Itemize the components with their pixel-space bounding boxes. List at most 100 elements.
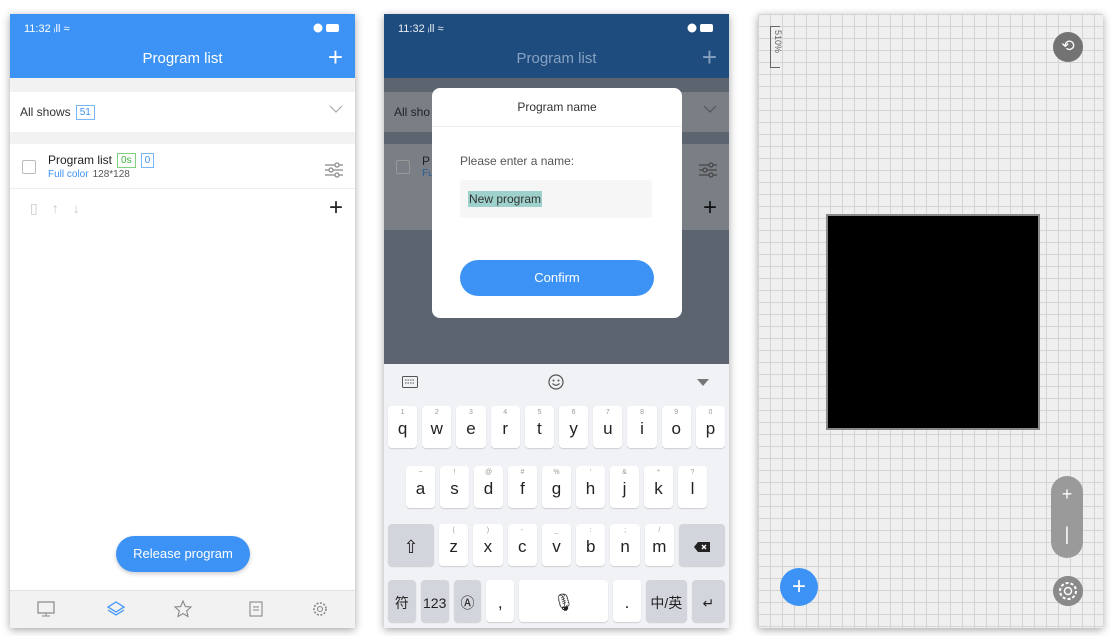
trash-icon[interactable]: ▯ [30, 200, 52, 216]
key-o[interactable]: 9o [661, 406, 691, 448]
key-hint: 6 [571, 409, 576, 416]
list-icon[interactable] [246, 599, 266, 619]
key-hint: 8 [640, 409, 644, 416]
program-checkbox[interactable] [22, 160, 36, 174]
editor-canvas-screen: 510% ⟲ + | + [758, 14, 1103, 628]
keyboard-row-3: ⇧(z) x - c _ v: b; n / m [384, 524, 729, 566]
key-n[interactable]: ; n [610, 524, 640, 566]
zoom-out-button[interactable]: | [1051, 524, 1083, 545]
zoom-in-button[interactable]: + [1051, 484, 1083, 505]
program-name-input[interactable]: New program [460, 180, 652, 218]
enter-key[interactable]: ↵ [691, 580, 726, 622]
input-value: New program [468, 191, 543, 207]
key-f[interactable]: # f [508, 466, 537, 508]
key-hint: 2 [434, 409, 439, 416]
key-hint: # [520, 469, 525, 476]
key-w[interactable]: 2w [422, 406, 452, 448]
number-key[interactable]: 123 [420, 580, 449, 622]
confirm-button[interactable]: Confirm [460, 260, 654, 296]
program-name-dialog: Program name Please enter a name: New pr… [432, 88, 682, 318]
key-hint: ? [690, 469, 695, 476]
key-a[interactable]: ~ a [406, 466, 435, 508]
handwrite-icon[interactable]: Ⓐ [453, 580, 482, 622]
add-element-button[interactable]: + [780, 568, 818, 606]
all-shows-selector[interactable]: All shows 51 [10, 92, 355, 132]
arrow-up-icon[interactable]: ↑ [52, 200, 73, 216]
divider [10, 188, 355, 189]
key-b[interactable]: :b [576, 524, 606, 566]
key-hint: 5 [537, 409, 542, 416]
key-i[interactable]: 8i [627, 406, 657, 448]
key-s[interactable]: ! s [440, 466, 469, 508]
settings-sliders-icon [699, 162, 717, 178]
backspace-key[interactable] [678, 524, 725, 566]
space-mic-key[interactable]: 🎙 [519, 580, 609, 622]
key-m[interactable]: / m [644, 524, 674, 566]
key-q[interactable]: 1q [388, 406, 418, 448]
program-list-screen: 11:32 ᵢll ≈ Program list + All shows 51 P… [10, 14, 355, 628]
key-u[interactable]: 7u [593, 406, 623, 448]
soft-keyboard: 1q2w3e4r5t6y7u8i9o0p ~ a! s @ d # f% g ' h & j * k? l … [384, 364, 729, 628]
period-key[interactable]: . [613, 580, 641, 622]
keyboard-row-4: 符 123 Ⓐ , 🎙 . 中/英 ↵ [384, 580, 729, 622]
add-program-button[interactable]: + [702, 44, 717, 70]
status-icons [313, 22, 341, 37]
divider [432, 126, 682, 127]
program-checkbox [396, 160, 410, 174]
zoom-indicator: 510% [770, 26, 783, 68]
key-hint: 1 [400, 409, 405, 416]
bottom-tab-bar [10, 590, 355, 628]
arrow-down-icon[interactable]: ↓ [73, 200, 94, 216]
key-e[interactable]: 3e [456, 406, 486, 448]
keyboard-toolbar [384, 364, 729, 402]
zoom-level: 510% [773, 30, 783, 54]
emoji-icon[interactable] [548, 374, 564, 390]
chevron-down-icon[interactable] [329, 102, 343, 116]
key-g[interactable]: % g [542, 466, 571, 508]
program-name-partial: P [422, 154, 431, 168]
comma-key[interactable]: , [486, 580, 515, 622]
key-label: t [537, 419, 542, 438]
key-hint: ) [486, 527, 490, 534]
chevron-down-icon [703, 105, 717, 113]
key-y[interactable]: 6y [559, 406, 589, 448]
key-r[interactable]: 4r [490, 406, 520, 448]
key-l[interactable]: ? l [678, 466, 707, 508]
key-d[interactable]: @ d [474, 466, 503, 508]
dialog-title: Program name [517, 100, 597, 114]
key-label: l [690, 479, 695, 498]
release-program-button[interactable]: Release program [116, 536, 250, 572]
key-j[interactable]: & j [610, 466, 639, 508]
layers-icon[interactable] [106, 599, 126, 619]
symbol-key[interactable]: 符 [388, 580, 416, 622]
gear-icon[interactable] [1053, 576, 1083, 606]
language-key[interactable]: 中/英 [645, 580, 687, 622]
key-x[interactable]: ) x [473, 524, 503, 566]
program-canvas[interactable] [826, 214, 1040, 430]
alarm-battery-icon [313, 23, 339, 33]
add-program-button[interactable]: + [328, 44, 343, 70]
settings-sliders-icon[interactable] [325, 162, 343, 178]
rotate-icon[interactable]: ⟲ [1053, 32, 1083, 62]
key-v[interactable]: _ v [541, 524, 572, 566]
key-k[interactable]: * k [644, 466, 673, 508]
key-c[interactable]: -c [507, 524, 537, 566]
key-p[interactable]: 0p [695, 406, 726, 448]
enter-icon: ↵ [702, 595, 715, 611]
key-label: a [415, 479, 426, 498]
shift-key[interactable]: ⇧ [388, 524, 434, 566]
program-info: Full color 128*128 [48, 169, 130, 180]
star-icon[interactable] [173, 599, 193, 619]
key-hint: - [521, 527, 524, 534]
key-z[interactable]: (z [439, 524, 469, 566]
key-label: o [671, 419, 681, 438]
gear-icon[interactable] [310, 599, 330, 619]
add-item-button[interactable]: + [329, 194, 343, 222]
key-label: p [705, 419, 716, 438]
key-t[interactable]: 5t [524, 406, 555, 448]
screen-icon[interactable] [36, 599, 56, 619]
collapse-keyboard-icon[interactable] [697, 379, 709, 387]
keyboard-icon[interactable] [402, 376, 418, 388]
key-h[interactable]: ' h [576, 466, 605, 508]
color-mode: Full color [48, 169, 89, 180]
